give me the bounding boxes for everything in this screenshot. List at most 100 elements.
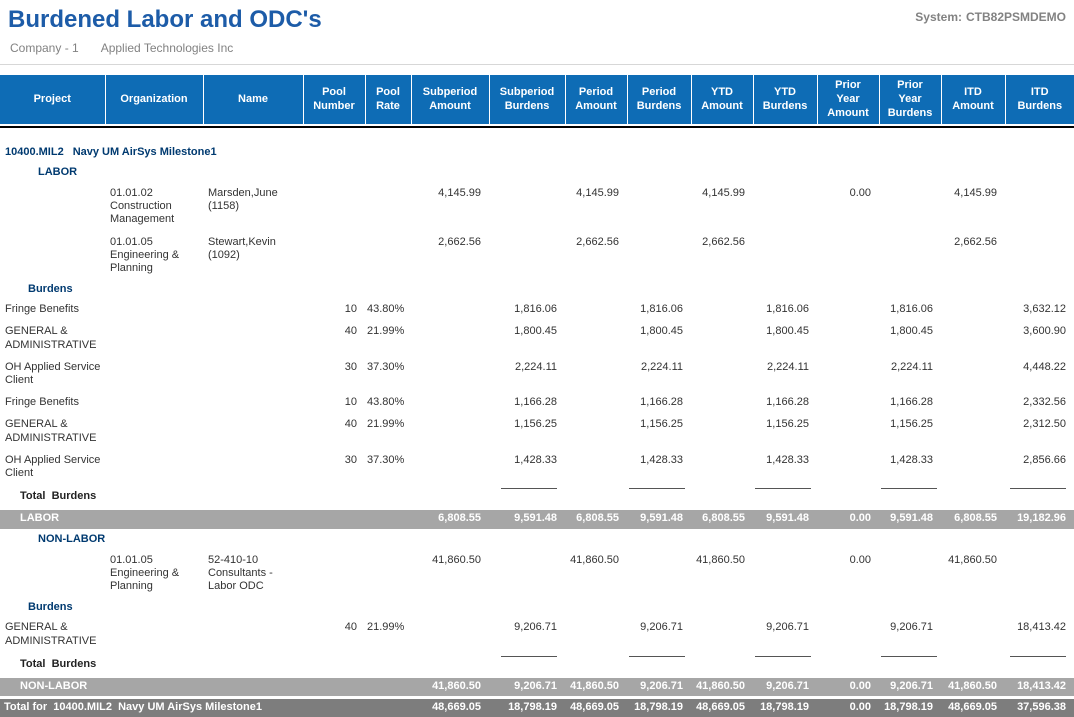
cell-itd-burdens: 18,413.42 [1005,619,1074,654]
project-header-cell: 10400.MIL2Navy UM AirSys Milestone1 [0,144,1074,165]
table-row-detail: 01.01.02 Construction ManagementMarsden,… [0,185,1074,234]
report-table: Project Organization Name Pool Number Po… [0,75,1074,717]
cell-period-burdens [627,552,691,601]
cell-period-amount: 6,808.55 [565,510,627,530]
table-row-subtotal: LABOR6,808.559,591.486,808.559,591.486,8… [0,510,1074,530]
cell-itd-burdens: 2,312.50 [1005,416,1074,451]
cell-itd-burdens: 37,596.38 [1005,698,1074,717]
cell-name: Stewart,Kevin (1092) [203,234,303,283]
cell-period-burdens: 9,206.71 [627,678,691,698]
cell-itd-amount: 4,145.99 [941,185,1005,234]
cell-pool-number [303,510,365,530]
cell-prior-year-amount: 0.00 [817,552,879,601]
cell-name: Marsden,June (1158) [203,185,303,234]
cell-ytd-amount: 4,145.99 [691,185,753,234]
cell-period-amount: 4,145.99 [565,185,627,234]
cell-prior-year-amount [817,416,879,451]
cell-pool-rate: 37.30% [365,359,411,394]
cell-prior-year-amount: 0.00 [817,698,879,717]
cell-name [203,394,303,416]
cell-ytd-burdens [753,552,817,601]
cell-project: GENERAL & ADMINISTRATIVE [0,619,105,654]
cell-subperiod-amount: 41,860.50 [411,552,489,601]
column-header-name: Name [203,75,303,125]
cell-organization [105,452,203,487]
cell-subperiod-burdens: 9,206.71 [489,678,565,698]
column-header-prior-year-burdens: Prior Year Burdens [879,75,941,125]
table-row-group2: Burdens [0,282,1074,301]
table-row-detail: OH Applied Service Client3037.30%1,428.3… [0,452,1074,487]
cell-period-amount [565,619,627,654]
cell-period-amount [565,416,627,451]
cell-pool-number: 30 [303,452,365,487]
cell-subperiod-burdens: 18,798.19 [489,698,565,717]
system-info: System:CTB82PSMDEMO [915,6,1066,24]
cell-prior-year-amount [817,301,879,323]
cell-ytd-amount: 48,669.05 [691,698,753,717]
cell-prior-year-amount [817,655,879,678]
cell-ytd-amount: 41,860.50 [691,678,753,698]
company-name: Applied Technologies Inc [101,41,234,55]
cell-itd-burdens: 19,182.96 [1005,510,1074,530]
cell-subperiod-amount [411,416,489,451]
cell-subperiod-burdens: 1,800.45 [489,323,565,358]
cell-project: GENERAL & ADMINISTRATIVE [0,416,105,451]
cell-itd-amount [941,619,1005,654]
cell-name [203,359,303,394]
cell-subperiod-amount: 6,808.55 [411,510,489,530]
cell-prior-year-burdens: 1,428.33 [879,452,941,487]
cell-subperiod-burdens [489,655,565,678]
cell-itd-amount: 41,860.50 [941,552,1005,601]
column-header-prior-year-amount: Prior Year Amount [817,75,879,125]
cell-subperiod-amount [411,619,489,654]
cell-itd-amount [941,359,1005,394]
cell-project: LABOR [0,510,105,530]
report-body: 10400.MIL2Navy UM AirSys Milestone1 LABOR… [0,144,1074,717]
cell-period-amount: 41,860.50 [565,678,627,698]
cell-pool-rate: 43.80% [365,301,411,323]
group-label-cell: Burdens [0,600,1074,619]
project-name: Navy UM AirSys Milestone1 [73,146,217,158]
cell-prior-year-burdens: 2,224.11 [879,359,941,394]
cell-prior-year-amount [817,452,879,487]
cell-project: Fringe Benefits [0,301,105,323]
cell-ytd-amount: 41,860.50 [691,552,753,601]
cell-period-amount [565,323,627,358]
cell-organization [105,678,203,698]
cell-name [203,619,303,654]
cell-period-amount [565,301,627,323]
cell-itd-burdens [1005,234,1074,283]
cell-project [0,234,105,283]
cell-pool-rate: 43.80% [365,394,411,416]
table-row-detail: Fringe Benefits1043.80%1,166.281,166.281… [0,394,1074,416]
table-row-detail: OH Applied Service Client3037.30%2,224.1… [0,359,1074,394]
cell-ytd-burdens: 2,224.11 [753,359,817,394]
cell-ytd-amount [691,301,753,323]
column-header-organization: Organization [105,75,203,125]
table-row-group1: NON-LABOR [0,530,1074,552]
cell-project: OH Applied Service Client [0,359,105,394]
header-rule-section [0,125,1074,144]
cell-subperiod-burdens: 1,166.28 [489,394,565,416]
system-label: System: [915,10,962,24]
cell-period-burdens: 2,224.11 [627,359,691,394]
report-page: Burdened Labor and ODC's System:CTB82PSM… [0,0,1074,717]
cell-subperiod-amount [411,301,489,323]
header-row: Project Organization Name Pool Number Po… [0,75,1074,125]
column-header-subperiod-burdens: Subperiod Burdens [489,75,565,125]
cell-ytd-amount [691,394,753,416]
cell-prior-year-burdens: 9,591.48 [879,510,941,530]
table-row-detail: 01.01.05 Engineering & PlanningStewart,K… [0,234,1074,283]
cell-project: OH Applied Service Client [0,452,105,487]
cell-period-burdens [627,234,691,283]
table-row-group2: Burdens [0,600,1074,619]
cell-subperiod-burdens: 1,428.33 [489,452,565,487]
spacer-cell [0,128,1074,144]
cell-ytd-burdens: 1,166.28 [753,394,817,416]
cell-prior-year-burdens: 1,156.25 [879,416,941,451]
cell-subperiod-amount [411,394,489,416]
sum-underline [881,488,937,490]
cell-prior-year-burdens [879,552,941,601]
cell-organization [105,301,203,323]
cell-name [203,301,303,323]
